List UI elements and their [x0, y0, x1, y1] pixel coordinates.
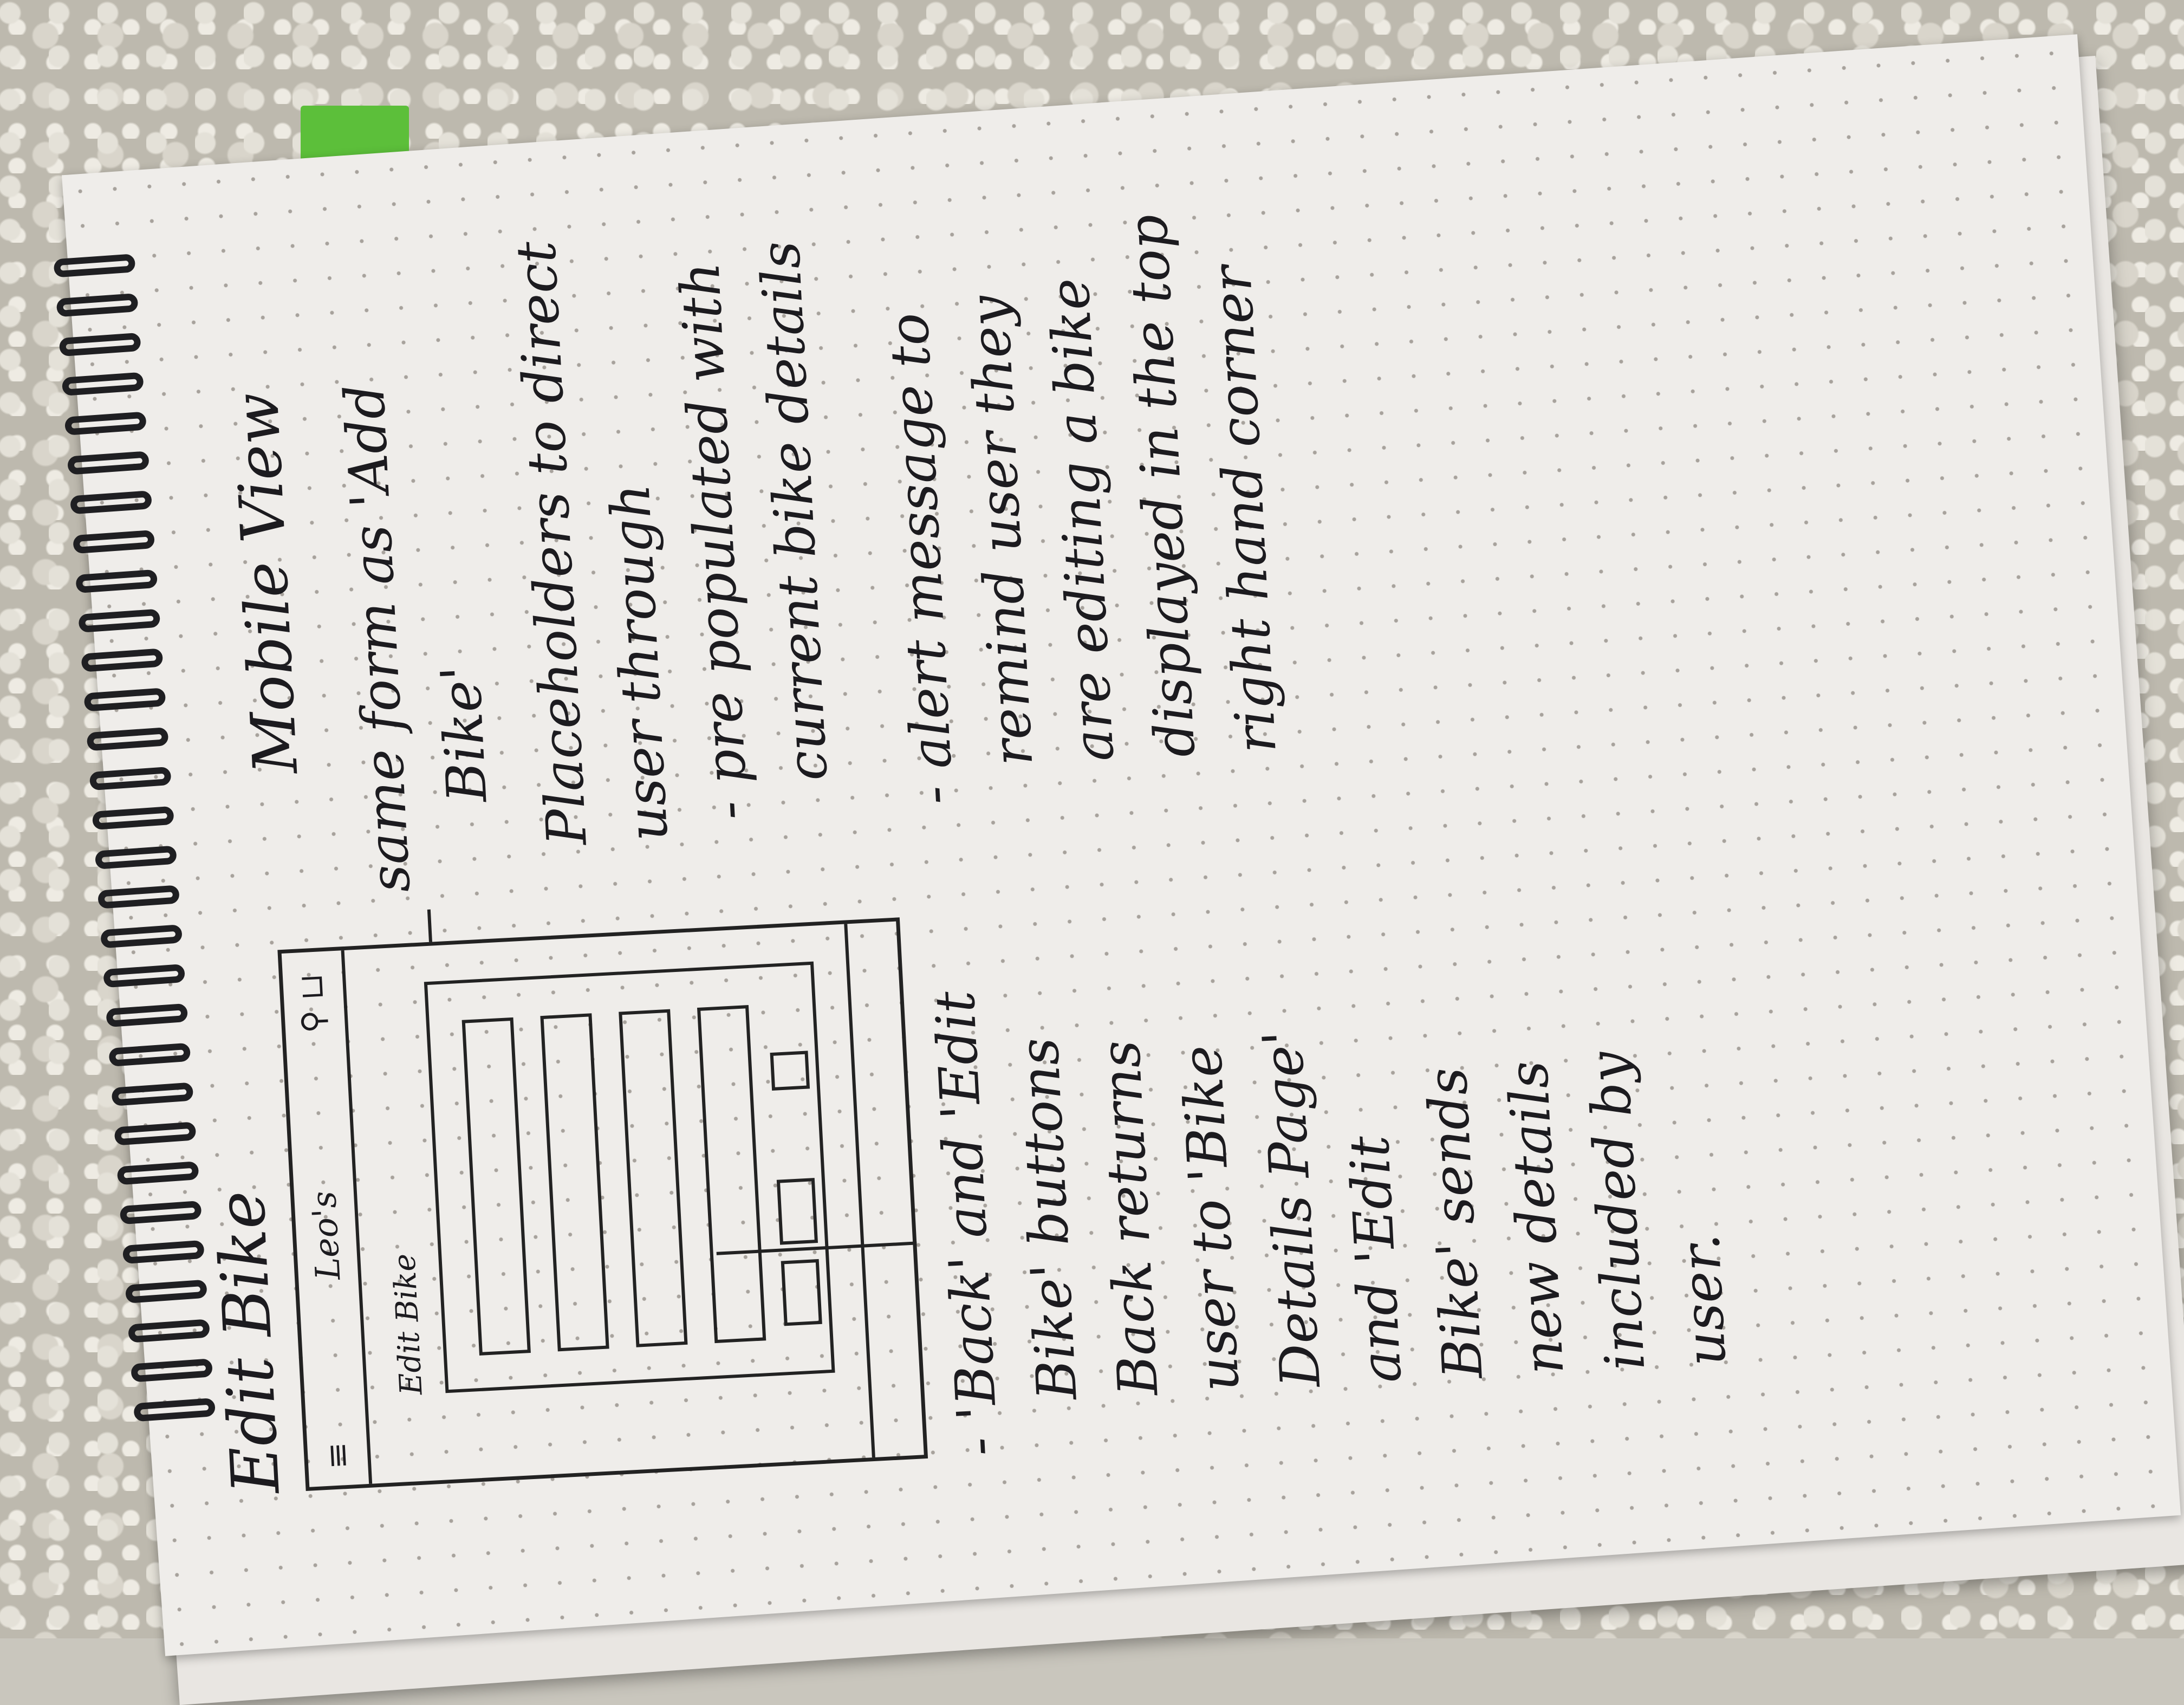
sketch-content: Edit Bike Mobile View ≡ Leo's ⚲ ⊔ Edit B… [97, 0, 1986, 1550]
note-same-form: same form as 'Add Bike' [333, 383, 504, 894]
edit-bike-form [424, 961, 835, 1393]
note-alert: - alert message to remind user they are … [876, 213, 1291, 806]
note-placeholders: Placeholders to direct user through - pr… [504, 239, 843, 847]
wireframe-brand: Leo's [303, 1190, 348, 1281]
note-buttons: - 'Back' and 'Edit Bike' buttons Back re… [923, 989, 1741, 1457]
form-arrow [427, 909, 432, 942]
view-subtitle: Mobile View [221, 391, 312, 776]
edit-bike-button-sketch [776, 1178, 818, 1245]
hamburger-icon: ≡ [318, 1441, 358, 1470]
wireframe-header: ≡ Leo's ⚲ ⊔ [281, 950, 373, 1487]
form-field-1 [461, 1017, 531, 1356]
wireframe-footer [844, 921, 924, 1458]
wireframe-form-title: Edit Bike [387, 1253, 430, 1396]
extra-button-sketch [770, 1051, 810, 1091]
form-field-3 [619, 1009, 688, 1347]
form-field-4 [697, 1005, 766, 1344]
page-title: Edit Bike [203, 1189, 295, 1496]
header-icons: ⚲ ⊔ [292, 973, 333, 1034]
form-field-2 [540, 1013, 609, 1352]
mobile-wireframe: ≡ Leo's ⚲ ⊔ Edit Bike [277, 917, 928, 1492]
back-button-sketch [781, 1259, 822, 1326]
